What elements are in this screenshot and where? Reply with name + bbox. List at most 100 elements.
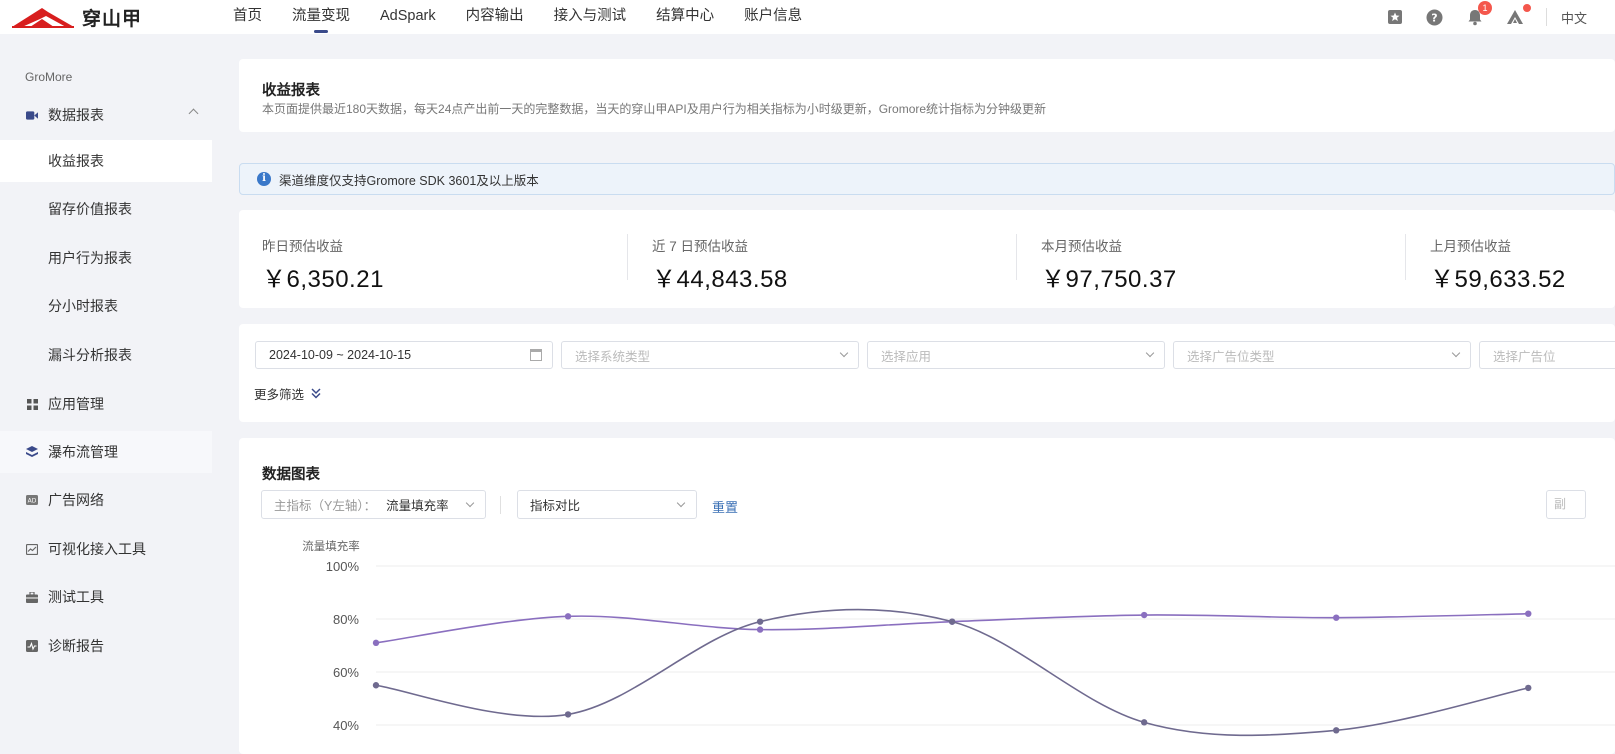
sidebar-sub-hourly-report[interactable]: 分小时报表 — [0, 285, 212, 327]
ad-slot-type-select[interactable]: 选择广告位类型 — [1173, 341, 1471, 369]
control-divider — [500, 496, 501, 514]
sidebar-item-visual-integration[interactable]: 可视化接入工具 — [0, 528, 212, 570]
nav-integration-testing[interactable]: 接入与测试 — [539, 0, 642, 34]
pulse-report-icon — [26, 640, 38, 652]
secondary-metric-select[interactable]: 副 — [1546, 490, 1586, 519]
sidebar-item-label: 数据报表 — [48, 107, 104, 123]
sidebar-item-label: 测试工具 — [48, 589, 104, 605]
nav-adspark[interactable]: AdSpark — [365, 0, 451, 34]
page-description: 本页面提供最近180天数据，每天24点产出前一天的完整数据，当天的穿山甲API及… — [262, 102, 1047, 116]
info-icon: i — [257, 172, 271, 186]
data-point — [372, 682, 380, 689]
data-point — [1140, 611, 1148, 619]
language-switcher[interactable]: 中文 — [1561, 8, 1587, 27]
select-placeholder: 选择系统类型 — [575, 349, 651, 364]
stat-label: 本月预估收益 — [1041, 239, 1122, 254]
nav-traffic-monetization[interactable]: 流量变现 — [277, 0, 365, 34]
system-type-select[interactable]: 选择系统类型 — [561, 341, 859, 369]
nav-settlement[interactable]: 结算中心 — [641, 0, 729, 34]
more-filters-label: 更多筛选 — [254, 388, 305, 402]
chevron-down-icon — [676, 498, 686, 508]
chart-section-title: 数据图表 — [262, 467, 320, 483]
data-point — [564, 711, 572, 718]
notice-text: 渠道维度仅支持Gromore SDK 3601及以上版本 — [279, 173, 539, 188]
stat-yesterday: 昨日预估收益 ￥6,350.21 — [262, 235, 384, 294]
ad-slot-select[interactable]: 选择广告位 — [1479, 341, 1615, 369]
app-select[interactable]: 选择应用 — [867, 341, 1165, 369]
notification-bell-icon[interactable]: 1 — [1464, 1, 1492, 28]
chevron-down-icon — [1145, 348, 1155, 358]
calendar-icon — [530, 349, 542, 361]
y-tick-label: 40% — [333, 718, 359, 733]
toolbox-icon — [26, 591, 38, 603]
stat-value: ￥97,750.37 — [1041, 266, 1177, 293]
stat-this-month: 本月预估收益 ￥97,750.37 — [1041, 235, 1177, 294]
pangolin-logo-icon — [12, 8, 74, 28]
double-chevron-down-icon — [311, 388, 321, 399]
data-point — [1525, 610, 1532, 617]
sidebar-item-label: 广告网络 — [48, 492, 104, 508]
data-chart-card: 数据图表 主指标（Y左轴）： 流量填充率 指标对比 重置 副 流量填充率 100%… — [239, 438, 1615, 754]
video-camera-icon — [26, 109, 38, 121]
stat-label: 近 7 日预估收益 — [652, 239, 749, 254]
grid-icon — [26, 398, 38, 410]
topbar-divider — [1545, 8, 1547, 26]
svg-text:?: ? — [1432, 11, 1438, 24]
stat-divider — [627, 234, 628, 280]
main-nav: 首页 流量变现 AdSpark 内容输出 接入与测试 结算中心 账户信息 — [218, 0, 817, 34]
date-range-picker[interactable]: 2024-10-09 ~ 2024-10-15 — [255, 341, 553, 369]
layers-icon — [26, 446, 38, 458]
y-tick-label: 80% — [333, 612, 359, 627]
sidebar-item-data-reports[interactable]: 数据报表 — [0, 94, 212, 136]
metric-compare-select[interactable]: 指标对比 — [517, 490, 697, 519]
nav-account[interactable]: 账户信息 — [729, 0, 817, 34]
data-point — [564, 613, 572, 620]
brand-logo[interactable]: 穿山甲 — [12, 4, 142, 30]
sidebar-item-ad-network[interactable]: AD 广告网络 — [0, 479, 212, 521]
y-axis-label: 流量填充率 — [302, 539, 360, 553]
stat-label: 上月预估收益 — [1430, 239, 1511, 254]
chevron-up-icon[interactable] — [188, 108, 199, 119]
notification-badge: 1 — [1477, 1, 1492, 15]
stat-value: ￥6,350.21 — [262, 266, 384, 293]
sidebar-item-label: 应用管理 — [48, 396, 104, 412]
sidebar: GroMore 数据报表 收益报表 留存价值报表 用户行为报表 分小时报表 漏斗… — [0, 34, 222, 754]
page-header-card: 收益报表 本页面提供最近180天数据，每天24点产出前一天的完整数据，当天的穿山… — [239, 59, 1615, 132]
stat-divider — [1405, 234, 1406, 280]
sidebar-item-waterfall[interactable]: 瀑布流管理 — [0, 431, 212, 473]
sidebar-sub-revenue-report[interactable]: 收益报表 — [0, 140, 212, 182]
sidebar-item-diagnostic-report[interactable]: 诊断报告 — [0, 625, 212, 667]
filter-card: 2024-10-09 ~ 2024-10-15 选择系统类型 选择应用 选择广告… — [239, 324, 1615, 422]
nav-content-output[interactable]: 内容输出 — [451, 0, 539, 34]
primary-metric-select[interactable]: 主指标（Y左轴）： 流量填充率 — [261, 490, 486, 519]
reset-button[interactable]: 重置 — [712, 497, 738, 516]
metric-compare-label: 指标对比 — [530, 499, 581, 513]
help-icon[interactable]: ? — [1424, 6, 1446, 28]
sidebar-sub-user-behavior-report[interactable]: 用户行为报表 — [0, 237, 212, 279]
sidebar-item-app-management[interactable]: 应用管理 — [0, 383, 212, 425]
sidebar-sub-funnel-report[interactable]: 漏斗分析报表 — [0, 334, 212, 376]
select-placeholder: 选择广告位类型 — [1187, 349, 1275, 364]
stat-last-month: 上月预估收益 ￥59,633.52 — [1430, 235, 1566, 294]
series-line-1 — [375, 612, 1529, 644]
chevron-down-icon — [465, 498, 475, 508]
stat-divider — [1016, 234, 1017, 280]
more-filters-toggle[interactable]: 更多筛选 — [254, 384, 322, 403]
sidebar-sub-retention-report[interactable]: 留存价值报表 — [0, 188, 212, 230]
y-tick-label: 60% — [333, 665, 359, 680]
nav-home[interactable]: 首页 — [218, 0, 277, 34]
stat-value: ￥59,633.52 — [1430, 266, 1566, 293]
chevron-down-icon — [1451, 348, 1461, 358]
app-logo-icon[interactable] — [1504, 4, 1531, 28]
primary-metric-prefix: 主指标（Y左轴）： — [274, 499, 377, 513]
sidebar-item-test-tools[interactable]: 测试工具 — [0, 576, 212, 618]
app-notice-dot — [1522, 4, 1531, 12]
line-chart: 流量填充率 100% 80% 60% 40% — [302, 539, 1615, 737]
stat-label: 昨日预估收益 — [262, 239, 343, 254]
info-notice: i 渠道维度仅支持Gromore SDK 3601及以上版本 — [239, 163, 1615, 195]
select-placeholder: 选择应用 — [881, 349, 932, 364]
bookmark-icon[interactable] — [1384, 6, 1406, 28]
data-point — [1333, 727, 1340, 734]
select-placeholder: 选择广告位 — [1493, 349, 1556, 364]
primary-metric-value: 流量填充率 — [386, 499, 449, 513]
